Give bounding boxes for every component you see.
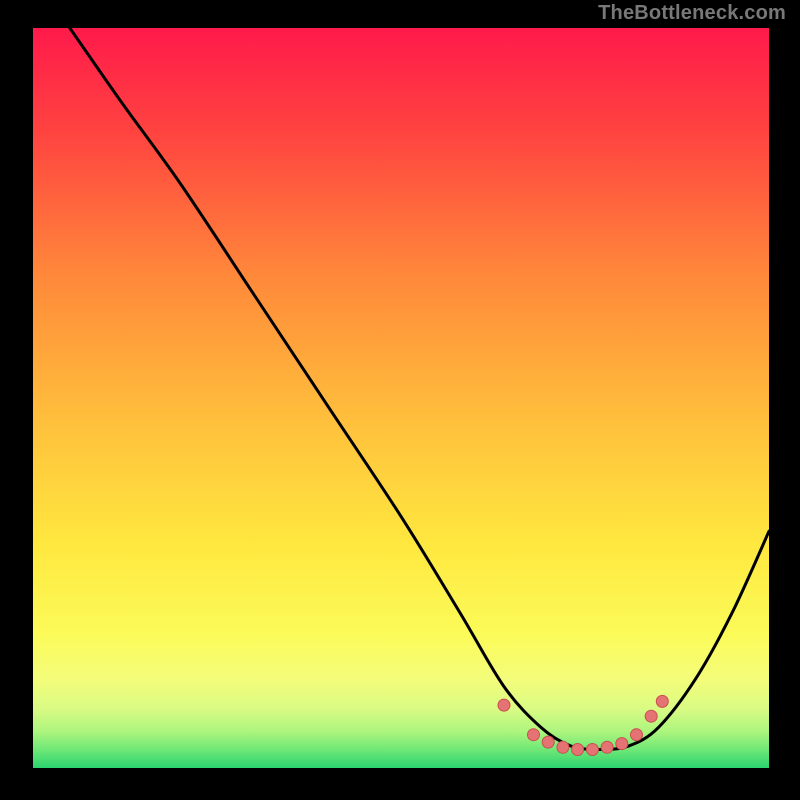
optimal-dot [498, 699, 510, 711]
optimal-dot [528, 729, 540, 741]
optimal-region-dots [498, 695, 668, 755]
optimal-dot [586, 744, 598, 756]
optimal-dot [601, 741, 613, 753]
optimal-dot [557, 741, 569, 753]
optimal-dot [656, 695, 668, 707]
optimal-dot [631, 729, 643, 741]
chart-frame: TheBottleneck.com [0, 0, 800, 800]
curve-layer [33, 28, 769, 768]
optimal-dot [542, 736, 554, 748]
plot-area [33, 28, 769, 768]
attribution-label: TheBottleneck.com [598, 2, 786, 25]
optimal-dot [572, 744, 584, 756]
bottleneck-curve [70, 28, 769, 750]
optimal-dot [616, 738, 628, 750]
optimal-dot [645, 710, 657, 722]
